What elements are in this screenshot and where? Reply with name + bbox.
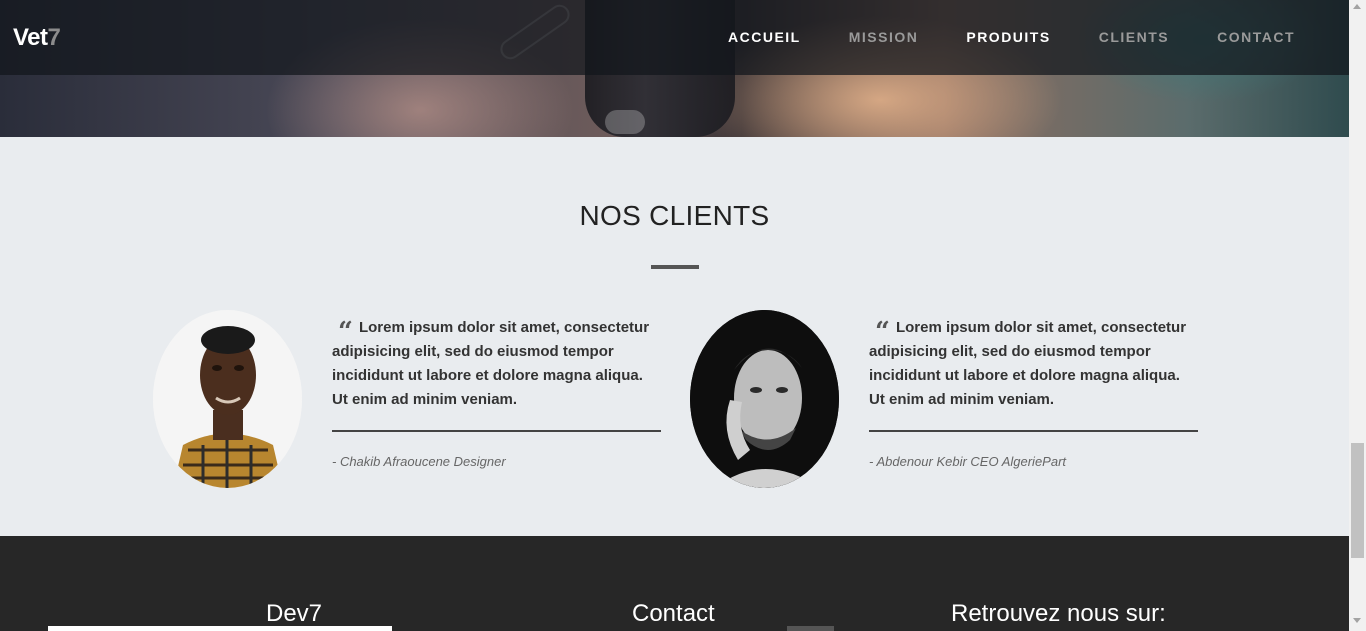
person-photo-icon — [690, 310, 839, 488]
testimonial-author: - Abdenour Kebir CEO AlgeriePart — [869, 454, 1067, 469]
brand-logo[interactable]: Vet7 — [13, 24, 61, 52]
nav-produits[interactable]: PRODUITS — [966, 29, 1050, 45]
nav-clients[interactable]: CLIENTS — [1099, 29, 1169, 45]
quote-open-icon: “ — [338, 317, 353, 347]
title-divider — [651, 265, 699, 269]
brand-name: Vet — [13, 24, 48, 51]
nav-accueil[interactable]: ACCUEIL — [728, 29, 801, 45]
footer-title-social: Retrouvez nous sur: — [951, 600, 1166, 627]
testimonial-quote: “Lorem ipsum dolor sit amet, consectetur… — [332, 316, 662, 412]
nav-mission[interactable]: MISSION — [849, 29, 919, 45]
section-title: NOS CLIENTS — [579, 200, 770, 231]
client-avatar — [690, 310, 839, 488]
quote-open-icon: “ — [875, 317, 890, 347]
person-photo-icon — [153, 310, 302, 488]
brand-accent: 7 — [47, 24, 61, 51]
footer-title-dev7: Dev7 — [266, 600, 323, 627]
quote-text: Lorem ipsum dolor sit amet, consectetur … — [869, 319, 1187, 408]
footer: Dev7 Contact Retrouvez nous sur: — [0, 536, 1349, 631]
nav-contact[interactable]: CONTACT — [1217, 29, 1295, 45]
quote-divider — [869, 430, 1198, 432]
hero-highlight — [605, 110, 645, 134]
page-scrollbar[interactable] — [1349, 0, 1366, 631]
nav-menu: ACCUEIL MISSION PRODUITS CLIENTS CONTACT — [680, 29, 1295, 45]
footer-widget-edge — [787, 626, 834, 631]
clients-section: NOS CLIENTS “Lorem ipsum dolor sit amet,… — [0, 137, 1349, 536]
footer-title-contact: Contact — [632, 600, 715, 627]
scroll-thumb[interactable] — [1351, 443, 1364, 558]
footer-map-edge — [48, 626, 392, 631]
client-avatar — [153, 310, 302, 488]
scroll-down-arrow-icon[interactable] — [1353, 618, 1361, 623]
quote-text: Lorem ipsum dolor sit amet, consectetur … — [332, 319, 650, 408]
scroll-up-arrow-icon[interactable] — [1353, 4, 1361, 9]
quote-divider — [332, 430, 661, 432]
testimonial-quote: “Lorem ipsum dolor sit amet, consectetur… — [869, 316, 1199, 412]
testimonial-author: - Chakib Afraoucene Designer — [332, 454, 506, 469]
navbar: Vet7 ACCUEIL MISSION PRODUITS CLIENTS CO… — [0, 0, 1349, 75]
